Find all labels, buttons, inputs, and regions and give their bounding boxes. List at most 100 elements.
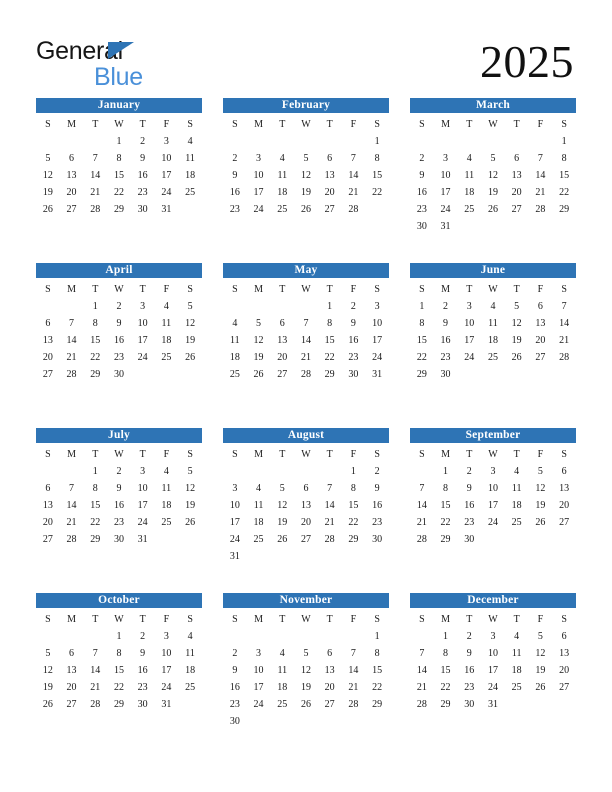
day-cell[interactable]: 5 bbox=[36, 645, 60, 662]
day-cell[interactable]: 12 bbox=[270, 497, 294, 514]
day-cell[interactable]: 7 bbox=[318, 480, 342, 497]
day-cell[interactable]: 7 bbox=[83, 150, 107, 167]
month-title[interactable]: October bbox=[36, 593, 202, 608]
day-cell[interactable]: 18 bbox=[155, 332, 179, 349]
day-cell[interactable]: 21 bbox=[342, 184, 366, 201]
day-cell[interactable]: 13 bbox=[505, 167, 529, 184]
day-cell[interactable]: 16 bbox=[434, 332, 458, 349]
day-cell[interactable]: 24 bbox=[155, 679, 179, 696]
day-cell[interactable]: 12 bbox=[247, 332, 271, 349]
day-cell[interactable]: 18 bbox=[505, 662, 529, 679]
day-cell[interactable]: 6 bbox=[318, 645, 342, 662]
day-cell[interactable]: 12 bbox=[294, 662, 318, 679]
day-cell[interactable]: 21 bbox=[294, 349, 318, 366]
day-cell[interactable]: 30 bbox=[342, 366, 366, 383]
day-cell[interactable]: 10 bbox=[131, 480, 155, 497]
day-cell[interactable]: 13 bbox=[552, 645, 576, 662]
day-cell[interactable]: 21 bbox=[60, 514, 84, 531]
day-cell[interactable]: 14 bbox=[83, 167, 107, 184]
day-cell[interactable]: 1 bbox=[107, 628, 131, 645]
day-cell[interactable]: 7 bbox=[60, 315, 84, 332]
day-cell[interactable]: 15 bbox=[365, 662, 389, 679]
day-cell[interactable]: 24 bbox=[155, 184, 179, 201]
day-cell[interactable]: 17 bbox=[481, 662, 505, 679]
day-cell[interactable]: 25 bbox=[247, 531, 271, 548]
day-cell[interactable]: 11 bbox=[247, 497, 271, 514]
day-cell[interactable]: 27 bbox=[505, 201, 529, 218]
day-cell[interactable]: 31 bbox=[434, 218, 458, 235]
day-cell[interactable]: 26 bbox=[247, 366, 271, 383]
day-cell[interactable]: 29 bbox=[342, 531, 366, 548]
day-cell[interactable]: 22 bbox=[107, 184, 131, 201]
day-cell[interactable]: 14 bbox=[552, 315, 576, 332]
day-cell[interactable]: 28 bbox=[60, 366, 84, 383]
day-cell[interactable]: 8 bbox=[318, 315, 342, 332]
day-cell[interactable]: 16 bbox=[107, 332, 131, 349]
day-cell[interactable]: 17 bbox=[131, 497, 155, 514]
day-cell[interactable]: 6 bbox=[529, 298, 553, 315]
day-cell[interactable]: 23 bbox=[223, 201, 247, 218]
day-cell[interactable]: 2 bbox=[107, 298, 131, 315]
day-cell[interactable]: 8 bbox=[83, 480, 107, 497]
day-cell[interactable]: 30 bbox=[131, 201, 155, 218]
day-cell[interactable]: 24 bbox=[131, 349, 155, 366]
day-cell[interactable]: 28 bbox=[342, 201, 366, 218]
day-cell[interactable]: 21 bbox=[83, 679, 107, 696]
day-cell[interactable]: 9 bbox=[457, 480, 481, 497]
day-cell[interactable]: 13 bbox=[294, 497, 318, 514]
day-cell[interactable]: 17 bbox=[155, 662, 179, 679]
day-cell[interactable]: 30 bbox=[457, 696, 481, 713]
day-cell[interactable]: 31 bbox=[155, 696, 179, 713]
day-cell[interactable]: 9 bbox=[107, 480, 131, 497]
day-cell[interactable]: 13 bbox=[60, 662, 84, 679]
day-cell[interactable]: 5 bbox=[294, 645, 318, 662]
day-cell[interactable]: 25 bbox=[178, 184, 202, 201]
day-cell[interactable]: 3 bbox=[457, 298, 481, 315]
day-cell[interactable]: 30 bbox=[410, 218, 434, 235]
day-cell[interactable]: 15 bbox=[434, 497, 458, 514]
day-cell[interactable]: 14 bbox=[410, 662, 434, 679]
day-cell[interactable]: 18 bbox=[223, 349, 247, 366]
day-cell[interactable]: 3 bbox=[131, 463, 155, 480]
day-cell[interactable]: 7 bbox=[60, 480, 84, 497]
day-cell[interactable]: 6 bbox=[36, 480, 60, 497]
day-cell[interactable]: 30 bbox=[107, 366, 131, 383]
day-cell[interactable]: 15 bbox=[342, 497, 366, 514]
day-cell[interactable]: 31 bbox=[131, 531, 155, 548]
day-cell[interactable]: 28 bbox=[529, 201, 553, 218]
day-cell[interactable]: 21 bbox=[83, 184, 107, 201]
day-cell[interactable]: 15 bbox=[318, 332, 342, 349]
day-cell[interactable]: 6 bbox=[60, 645, 84, 662]
day-cell[interactable]: 22 bbox=[365, 184, 389, 201]
day-cell[interactable]: 17 bbox=[155, 167, 179, 184]
day-cell[interactable]: 16 bbox=[107, 497, 131, 514]
day-cell[interactable]: 6 bbox=[270, 315, 294, 332]
day-cell[interactable]: 29 bbox=[318, 366, 342, 383]
day-cell[interactable]: 19 bbox=[247, 349, 271, 366]
day-cell[interactable]: 27 bbox=[36, 366, 60, 383]
day-cell[interactable]: 2 bbox=[223, 150, 247, 167]
day-cell[interactable]: 5 bbox=[36, 150, 60, 167]
month-title[interactable]: December bbox=[410, 593, 576, 608]
day-cell[interactable]: 16 bbox=[342, 332, 366, 349]
day-cell[interactable]: 8 bbox=[410, 315, 434, 332]
day-cell[interactable]: 30 bbox=[434, 366, 458, 383]
day-cell[interactable]: 4 bbox=[223, 315, 247, 332]
day-cell[interactable]: 10 bbox=[365, 315, 389, 332]
day-cell[interactable]: 1 bbox=[83, 463, 107, 480]
day-cell[interactable]: 13 bbox=[529, 315, 553, 332]
day-cell[interactable]: 1 bbox=[410, 298, 434, 315]
day-cell[interactable]: 22 bbox=[83, 514, 107, 531]
day-cell[interactable]: 27 bbox=[552, 514, 576, 531]
day-cell[interactable]: 23 bbox=[457, 679, 481, 696]
day-cell[interactable]: 16 bbox=[131, 167, 155, 184]
day-cell[interactable]: 20 bbox=[294, 514, 318, 531]
day-cell[interactable]: 9 bbox=[410, 167, 434, 184]
day-cell[interactable]: 15 bbox=[365, 167, 389, 184]
day-cell[interactable]: 3 bbox=[223, 480, 247, 497]
day-cell[interactable]: 2 bbox=[223, 645, 247, 662]
day-cell[interactable]: 5 bbox=[178, 463, 202, 480]
day-cell[interactable]: 15 bbox=[83, 332, 107, 349]
day-cell[interactable]: 3 bbox=[155, 628, 179, 645]
month-title[interactable]: September bbox=[410, 428, 576, 443]
